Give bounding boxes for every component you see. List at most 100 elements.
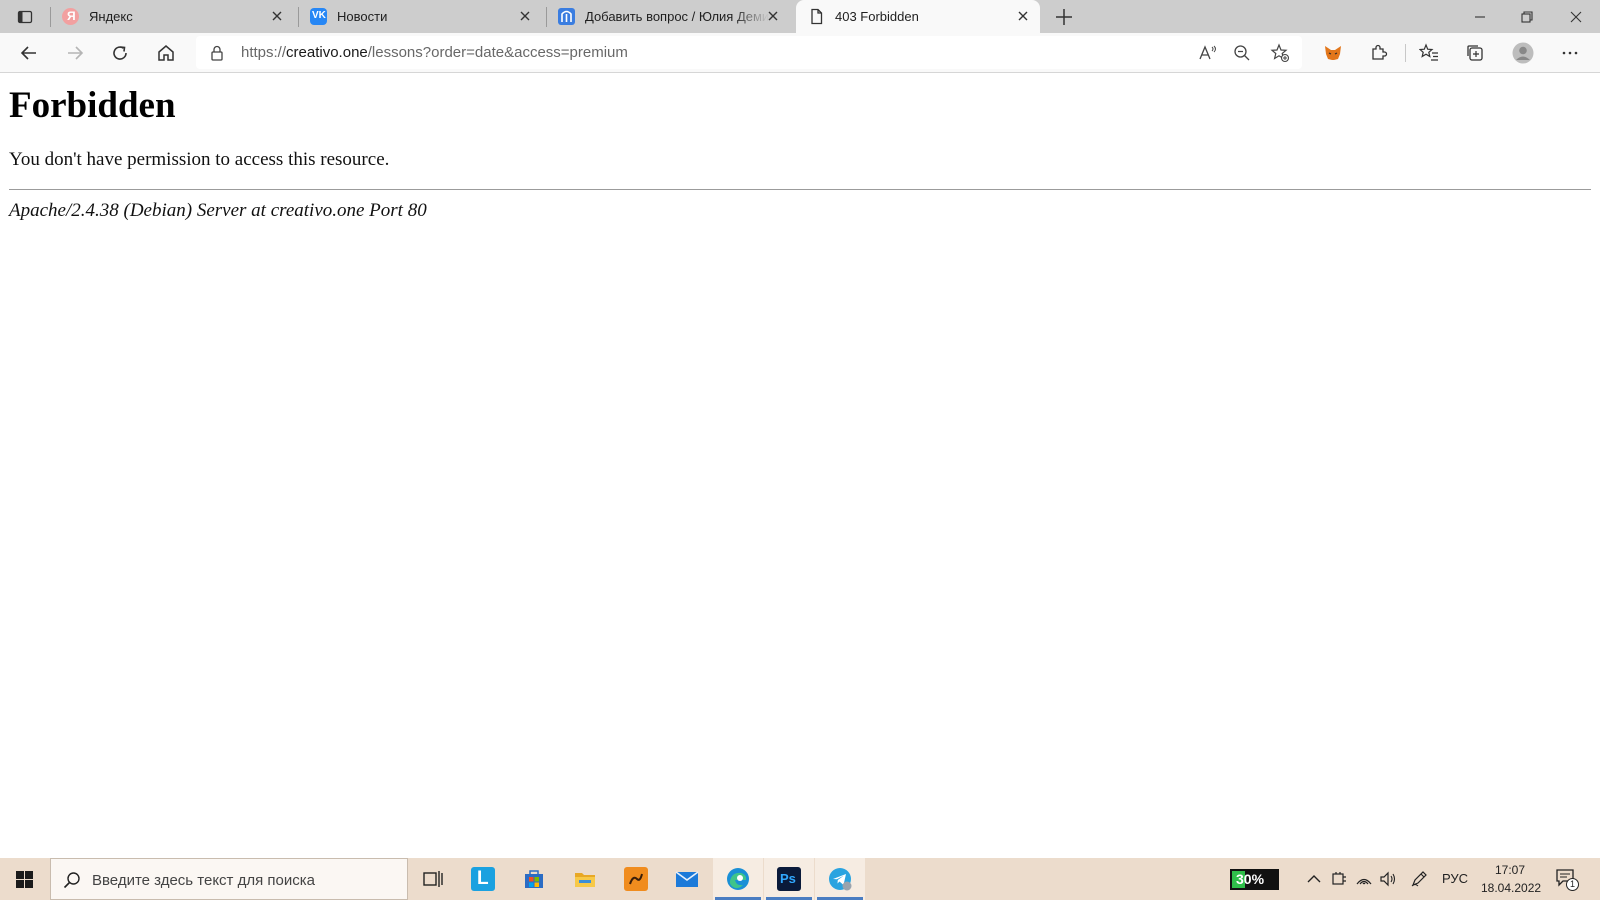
language-indicator[interactable]: РУС [1442, 871, 1468, 886]
close-tab-icon[interactable] [269, 8, 285, 24]
minimize-button[interactable] [1457, 0, 1503, 33]
device-icon[interactable] [1330, 870, 1348, 888]
wifi-icon[interactable] [1355, 870, 1373, 888]
close-tab-icon[interactable] [765, 8, 781, 24]
tab-add-question[interactable]: Добавить вопрос / Юлия Демина [546, 0, 790, 33]
store-app-button[interactable] [509, 858, 559, 900]
tab-title: Яндекс [89, 9, 133, 24]
tab-yandex[interactable]: Я Яндекс [50, 0, 294, 33]
url-text[interactable]: https://creativo.one/lessons?order=date&… [241, 44, 628, 61]
read-aloud-icon [1199, 45, 1216, 60]
windows-logo-icon [16, 871, 33, 888]
more-dots-icon [1562, 51, 1578, 55]
mail-icon [675, 871, 699, 887]
pen-icon[interactable] [1410, 870, 1428, 888]
start-button[interactable] [0, 858, 48, 900]
restore-icon [1521, 11, 1533, 23]
lock-icon[interactable] [210, 45, 224, 61]
puzzle-icon [1372, 44, 1388, 60]
restore-button[interactable] [1504, 0, 1550, 33]
edge-icon [727, 868, 749, 890]
clock-time[interactable]: 17:07 [1495, 863, 1525, 877]
tab-separator [50, 7, 51, 27]
question-site-icon [558, 8, 575, 25]
close-window-button[interactable] [1553, 0, 1599, 33]
error-message: You don't have permission to access this… [9, 149, 390, 170]
page-title: Forbidden [9, 85, 176, 126]
mail-app-button[interactable] [662, 858, 712, 900]
edge-app-button[interactable] [713, 858, 763, 900]
photoshop-app-button[interactable]: Ps [764, 858, 814, 900]
read-aloud-button[interactable] [1196, 42, 1220, 64]
notification-badge: 1 [1566, 878, 1579, 891]
metamask-extension-button[interactable] [1317, 39, 1349, 67]
star-add-icon [1270, 43, 1290, 63]
battery-percent: 30% [1236, 871, 1265, 887]
tab-actions-icon [17, 10, 33, 24]
lingvo-icon: L [471, 867, 495, 891]
speaker-icon[interactable] [1379, 870, 1397, 888]
file-explorer-icon [575, 873, 595, 887]
tab-actions-menu-button[interactable] [10, 6, 40, 28]
close-tab-icon[interactable] [1015, 8, 1031, 24]
zoom-button[interactable] [1230, 42, 1254, 64]
back-button[interactable] [13, 39, 45, 67]
tab-separator [298, 7, 299, 27]
favorites-list-icon [1419, 43, 1438, 61]
favorites-button[interactable] [1413, 39, 1445, 67]
search-icon [63, 872, 80, 889]
notification-center-button[interactable]: 1 [1556, 869, 1580, 891]
task-view-icon [423, 871, 443, 887]
search-placeholder: Введите здесь текст для поиска [92, 872, 315, 889]
settings-more-button[interactable] [1554, 39, 1586, 67]
home-icon [158, 45, 174, 61]
avatar-icon [1512, 42, 1534, 64]
forward-arrow-icon [68, 46, 84, 60]
back-arrow-icon [20, 46, 36, 60]
tab-title: Добавить вопрос / Юлия Демина [585, 9, 769, 24]
close-tab-icon[interactable] [517, 8, 533, 24]
address-bar[interactable]: https://creativo.one/lessons?order=date&… [196, 36, 1302, 69]
new-tab-plus-icon[interactable] [1053, 6, 1075, 28]
close-window-icon [1570, 11, 1582, 23]
tab-403-forbidden[interactable]: 403 Forbidden [796, 0, 1040, 33]
browser-toolbar: https://creativo.one/lessons?order=date&… [0, 33, 1600, 73]
tab-title: 403 Forbidden [835, 9, 919, 24]
drawing-app-icon [624, 867, 648, 891]
minimize-icon [1475, 16, 1485, 18]
metamask-fox-icon [1325, 46, 1341, 60]
url-scheme: https:// [241, 44, 287, 61]
windows-taskbar: Введите здесь текст для поиска L Ps 30% … [0, 858, 1600, 900]
tab-strip: Я Яндекс VK Новости Добавить вопрос / Юл… [0, 0, 1600, 33]
file-explorer-button[interactable] [560, 858, 610, 900]
task-view-button[interactable] [408, 858, 458, 900]
profile-button[interactable] [1507, 39, 1539, 67]
telegram-app-button[interactable] [815, 858, 865, 900]
toolbar-separator [1405, 44, 1406, 62]
url-domain: creativo.one [286, 44, 368, 61]
clock-date[interactable]: 18.04.2022 [1481, 881, 1541, 895]
taskbar-search-input[interactable]: Введите здесь текст для поиска [50, 858, 408, 900]
drawing-app-button[interactable] [611, 858, 661, 900]
refresh-button[interactable] [104, 39, 136, 67]
tab-vk-news[interactable]: VK Новости [298, 0, 542, 33]
chevron-up-icon[interactable] [1305, 870, 1323, 888]
extensions-button[interactable] [1363, 39, 1395, 67]
home-button[interactable] [150, 39, 182, 67]
collections-icon [1467, 45, 1483, 61]
telegram-icon [829, 868, 852, 891]
tab-separator [546, 7, 547, 27]
url-path: /lessons?order=date&access=premium [367, 44, 628, 61]
add-favorite-button[interactable] [1268, 42, 1292, 64]
battery-indicator[interactable]: 30% [1230, 869, 1279, 890]
zoom-out-icon [1234, 45, 1250, 61]
photoshop-icon: Ps [777, 867, 801, 891]
forward-button[interactable] [59, 39, 91, 67]
collections-button[interactable] [1459, 39, 1491, 67]
page-content: Forbidden You don't have permission to a… [0, 74, 1600, 858]
lingvo-app-button[interactable]: L [458, 858, 508, 900]
refresh-icon [113, 46, 127, 60]
store-icon [525, 870, 543, 888]
divider [9, 189, 1591, 190]
tab-title: Новости [337, 9, 388, 24]
